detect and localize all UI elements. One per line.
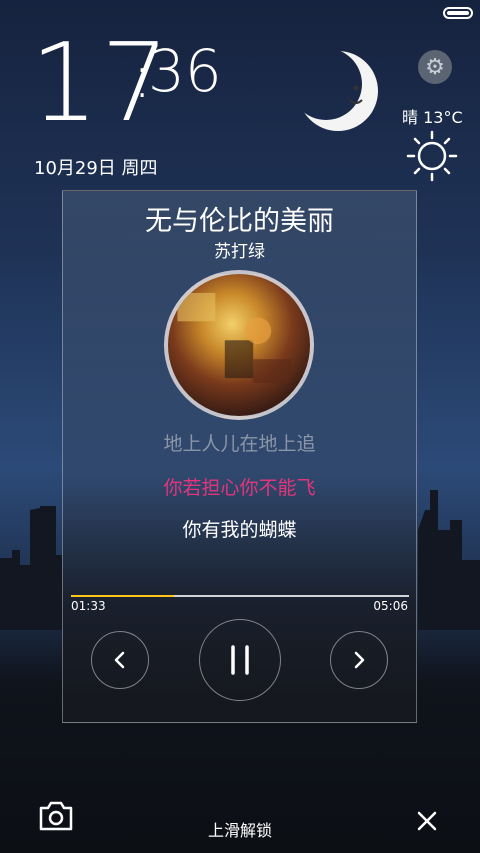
- artist-name: 苏打绿: [214, 242, 265, 262]
- close-icon[interactable]: [416, 810, 438, 832]
- next-track-button[interactable]: [330, 631, 388, 689]
- previous-track-button[interactable]: [91, 631, 149, 689]
- pause-icon: [231, 645, 249, 675]
- chevron-right-icon: [354, 651, 365, 669]
- sun-icon: [406, 130, 458, 182]
- lyric-line-next: 你有我的蝴蝶: [182, 519, 297, 541]
- lyric-line-previous: 地上人儿在地上追: [163, 433, 316, 455]
- moon-icon: [298, 51, 378, 131]
- clock-minutes: 36: [148, 37, 222, 105]
- total-time: 05:06: [373, 599, 408, 613]
- lyric-line-current: 你若担心你不能飞: [163, 477, 316, 499]
- weather-label: 晴 13°C: [402, 108, 463, 127]
- music-player-card: 无与伦比的美丽 苏打绿 地上人儿在地上追 你若担心你不能飞 你有我的蝴蝶 01:…: [62, 190, 417, 723]
- date-label: 10月29日 周四: [34, 158, 158, 179]
- progress-fill: [71, 595, 174, 597]
- chevron-left-icon: [114, 651, 125, 669]
- pause-button[interactable]: [199, 619, 281, 701]
- swipe-unlock-label[interactable]: 上滑解锁: [0, 817, 480, 841]
- settings-gear-icon[interactable]: ⚙: [418, 50, 452, 84]
- album-art: [164, 270, 314, 420]
- current-time: 01:33: [71, 599, 106, 613]
- battery-icon: [443, 7, 473, 19]
- song-title: 无与伦比的美丽: [145, 206, 334, 237]
